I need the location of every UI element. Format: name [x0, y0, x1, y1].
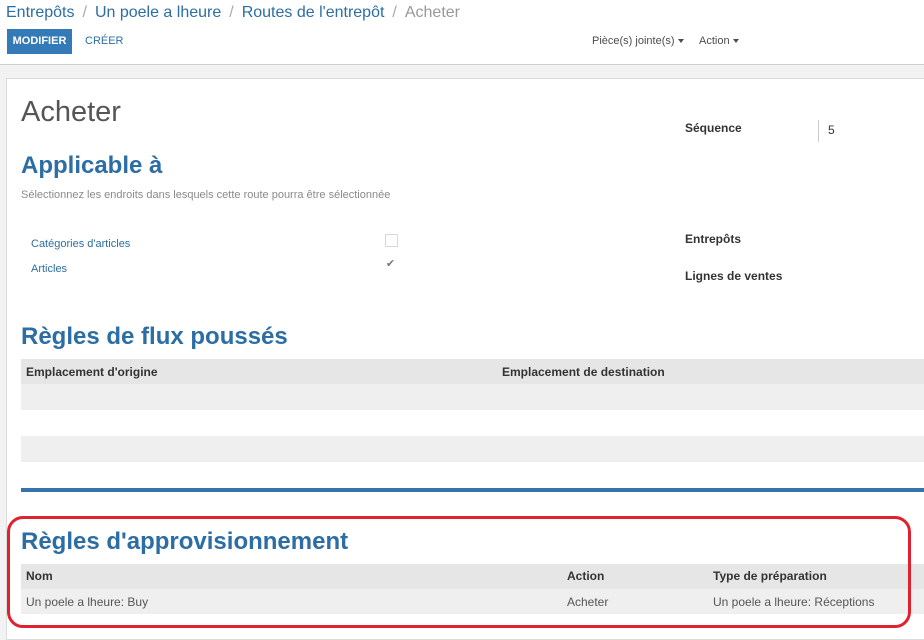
sequence-label: Séquence — [685, 121, 742, 135]
check-icon: ✔ — [385, 258, 396, 270]
push-rules-heading: Règles de flux poussés — [21, 323, 288, 350]
column-header-source-location[interactable]: Emplacement d'origine — [26, 365, 158, 379]
sale-lines-label: Lignes de ventes — [685, 269, 783, 283]
product-categories-label: Catégories d'articles — [31, 238, 131, 250]
highlight-annotation — [7, 516, 911, 628]
attachments-label: Pièce(s) jointe(s) — [592, 35, 675, 47]
create-button[interactable]: CRÉER — [78, 29, 131, 54]
column-header-destination-location[interactable]: Emplacement de destination — [502, 365, 665, 379]
attachments-dropdown[interactable]: Pièce(s) jointe(s) — [592, 29, 684, 54]
section-divider — [21, 488, 924, 492]
table-row-empty — [21, 436, 924, 462]
breadcrumb-separator: / — [392, 4, 397, 21]
products-label: Articles — [31, 263, 68, 275]
caret-down-icon — [732, 39, 739, 44]
applicable-help-text: Sélectionnez les endroits dans lesquels … — [21, 189, 391, 201]
caret-down-icon — [677, 39, 684, 44]
products-checkbox[interactable]: ✔ — [385, 259, 396, 270]
edit-button[interactable]: MODIFIER — [7, 29, 72, 54]
breadcrumb: Entrepôts / Un poele a lheure / Routes de l'… — [6, 4, 460, 22]
action-label: Action — [699, 35, 730, 47]
breadcrumb-item-warehouse[interactable]: Un poele a lheure — [95, 4, 221, 21]
action-dropdown[interactable]: Action — [699, 29, 739, 54]
sequence-field[interactable]: 5 — [818, 120, 835, 142]
breadcrumb-separator: / — [82, 4, 87, 21]
table-row-empty — [21, 384, 924, 410]
product-categories-checkbox[interactable] — [385, 234, 398, 247]
breadcrumb-item-routes[interactable]: Routes de l'entrepôt — [242, 4, 385, 21]
breadcrumb-item-warehouses[interactable]: Entrepôts — [6, 4, 74, 21]
breadcrumb-current: Acheter — [404, 4, 460, 21]
breadcrumb-separator: / — [229, 4, 234, 21]
applicable-heading: Applicable à — [21, 152, 163, 179]
warehouses-label: Entrepôts — [685, 232, 742, 246]
page-title: Acheter — [21, 96, 121, 128]
